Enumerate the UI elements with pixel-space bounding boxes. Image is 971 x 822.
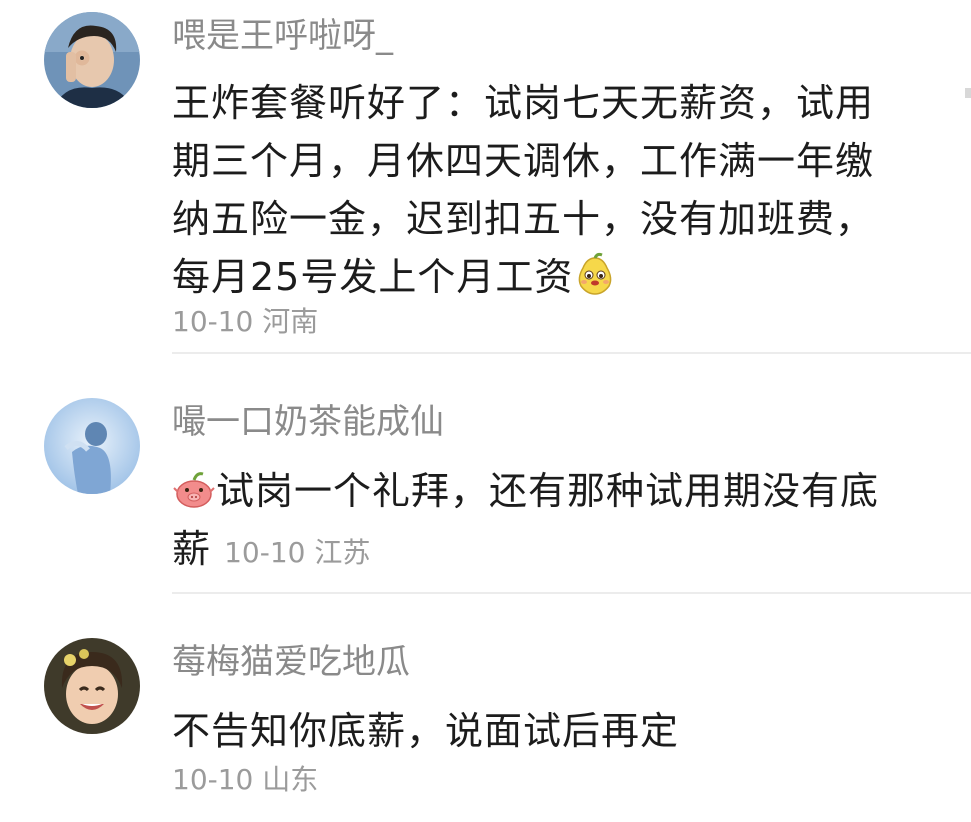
username[interactable]: 喂是王呼啦呀_ — [172, 14, 393, 58]
comment-body: 王炸套餐听好了：试岗七天无薪资，试用期三个月，月休四天调休，工作满一年缴纳五险一… — [172, 81, 875, 299]
avatar[interactable] — [44, 638, 140, 734]
comment-meta: 10-10 河南 — [172, 302, 318, 342]
username[interactable]: 莓梅猫爱吃地瓜 — [172, 640, 410, 684]
pink-pig-emoji-icon — [172, 466, 216, 510]
comment-body: 不告知你底薪，说面试后再定 — [172, 709, 680, 753]
scrollbar-marker — [965, 88, 971, 98]
avatar-image — [44, 638, 140, 734]
divider — [172, 592, 971, 594]
comment-location: 江苏 — [314, 536, 371, 569]
username[interactable]: 嘬一口奶茶能成仙 — [172, 400, 444, 444]
avatar[interactable] — [44, 398, 140, 494]
comment-date: 10-10 — [224, 536, 306, 569]
yellow-pear-emoji-icon — [573, 252, 617, 296]
comment-meta: 10-10 江苏 — [224, 536, 370, 569]
avatar-image — [44, 12, 140, 108]
divider — [172, 352, 971, 354]
comment-date: 10-10 — [172, 305, 254, 338]
comment-location: 河南 — [262, 305, 319, 338]
comment-date: 10-10 — [172, 763, 254, 796]
comment-meta: 10-10 山东 — [172, 760, 318, 800]
comment-location: 山东 — [262, 763, 319, 796]
avatar-image — [44, 398, 140, 494]
comment-text: 不告知你底薪，说面试后再定 — [172, 702, 902, 760]
comment-text: 试岗一个礼拜，还有那种试用期没有底薪 10-10 江苏 — [172, 462, 902, 582]
avatar[interactable] — [44, 12, 140, 108]
comment-text: 王炸套餐听好了：试岗七天无薪资，试用期三个月，月休四天调休，工作满一年缴纳五险一… — [172, 74, 902, 306]
